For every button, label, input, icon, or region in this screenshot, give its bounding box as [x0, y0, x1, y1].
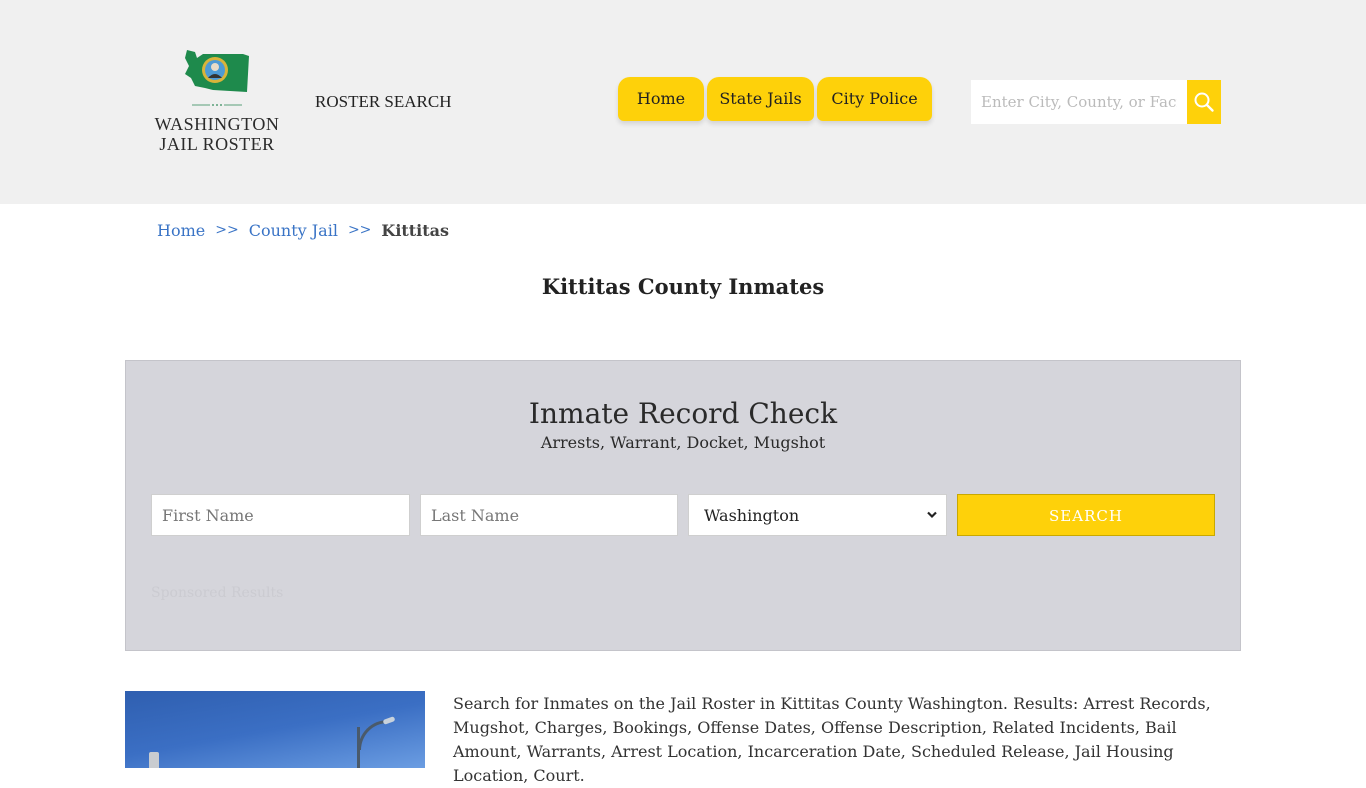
- logo-text-line1: WASHINGTON: [154, 114, 280, 134]
- record-search-button[interactable]: SEARCH: [957, 494, 1215, 536]
- search-icon: [1194, 92, 1214, 112]
- last-name-input[interactable]: [420, 494, 678, 536]
- site-logo[interactable]: WASHINGTON JAIL ROSTER: [150, 46, 284, 156]
- inmate-record-check-panel: Inmate Record Check Arrests, Warrant, Do…: [125, 360, 1241, 651]
- chevron-down-icon: [927, 511, 937, 519]
- state-select[interactable]: Washington: [688, 494, 947, 536]
- sponsored-results-label: Sponsored Results: [151, 585, 284, 601]
- roster-search-link[interactable]: ROSTER SEARCH: [315, 92, 452, 112]
- washington-state-seal-icon: [185, 50, 249, 92]
- breadcrumb-separator: >>: [215, 222, 239, 238]
- breadcrumb-home[interactable]: Home: [157, 221, 205, 240]
- photo-post: [149, 752, 159, 768]
- photo-lamp-arm: [358, 720, 390, 750]
- state-select-value: Washington: [704, 505, 800, 525]
- record-check-title: Inmate Record Check: [528, 397, 838, 430]
- site-header: WASHINGTON JAIL ROSTER ROSTER SEARCH Hom…: [0, 0, 1366, 204]
- breadcrumb: Home >> County Jail >> Kittitas: [157, 221, 449, 240]
- county-description: Search for Inmates on the Jail Roster in…: [453, 694, 1211, 785]
- logo-text-line2: JAIL ROSTER: [159, 134, 275, 154]
- site-search: [971, 80, 1221, 124]
- nav-state-jails[interactable]: State Jails: [707, 77, 814, 121]
- nav-city-police[interactable]: City Police: [817, 77, 932, 121]
- record-check-subtitle: Arrests, Warrant, Docket, Mugshot: [540, 433, 826, 452]
- photo-lamp-pole: [357, 727, 360, 768]
- site-search-button[interactable]: [1187, 80, 1221, 124]
- breadcrumb-current: Kittitas: [381, 221, 450, 240]
- site-search-input[interactable]: [971, 80, 1187, 124]
- page-title: Kittitas County Inmates: [541, 274, 825, 299]
- first-name-input[interactable]: [151, 494, 410, 536]
- logo-divider: [192, 104, 242, 106]
- county-photo: [125, 691, 425, 768]
- breadcrumb-separator: >>: [347, 222, 372, 238]
- main-nav: Home State Jails City Police: [618, 77, 935, 121]
- nav-home[interactable]: Home: [618, 77, 704, 121]
- breadcrumb-county-jail[interactable]: County Jail: [249, 221, 338, 240]
